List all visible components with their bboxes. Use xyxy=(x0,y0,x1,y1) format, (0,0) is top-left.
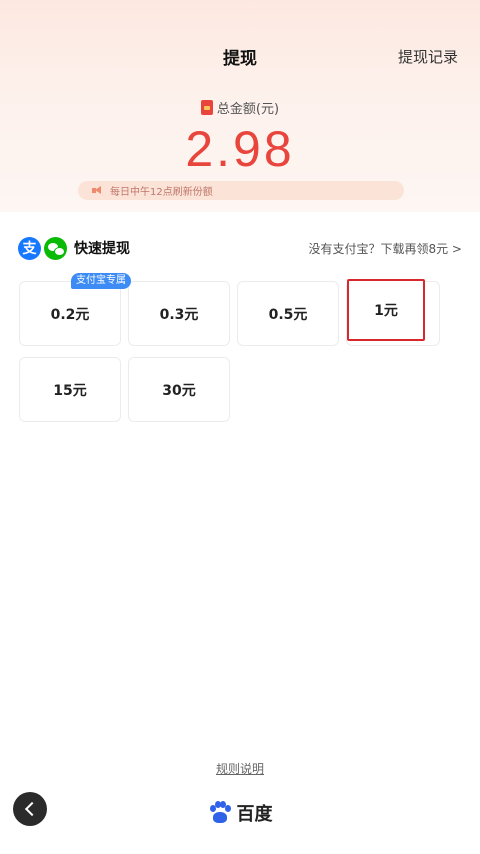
total-amount-label-row: 总金额(元) xyxy=(0,98,480,117)
baidu-brand-text: 百度 xyxy=(236,804,273,825)
amount-option-0-2[interactable]: 0.2元 xyxy=(19,281,121,346)
wechat-icon xyxy=(44,236,67,260)
alipay-exclusive-badge: 支付宝专属 xyxy=(71,273,131,289)
baidu-paw-icon xyxy=(208,801,232,825)
download-alipay-link[interactable]: 没有支付宝？下载再领8元 > xyxy=(308,240,462,257)
withdraw-records-link[interactable]: 提现记录 xyxy=(398,46,458,67)
amount-option-1[interactable]: 1元 xyxy=(347,279,425,341)
alipay-icon: 支 xyxy=(18,236,41,260)
baidu-brand: 百度 xyxy=(0,800,480,826)
amount-option-15[interactable]: 15元 xyxy=(19,357,121,422)
amount-option-0-3[interactable]: 0.3元 xyxy=(128,281,230,346)
balance-amount: 2.98 xyxy=(185,121,295,177)
speaker-icon xyxy=(92,186,104,195)
red-packet-icon xyxy=(200,100,213,115)
refresh-notice-bar: 每日中午12点刷新份额 xyxy=(78,181,404,200)
quick-withdraw-row: 支 快速提现 没有支付宝？下载再领8元 > xyxy=(18,236,462,260)
rules-link[interactable]: 规则说明 xyxy=(0,760,480,777)
amount-option-30[interactable]: 30元 xyxy=(128,357,230,422)
quick-withdraw-title: 快速提现 xyxy=(74,241,130,257)
refresh-notice-text: 每日中午12点刷新份额 xyxy=(110,187,213,198)
total-amount-label: 总金额(元) xyxy=(216,102,280,117)
amount-option-0-5[interactable]: 0.5元 xyxy=(237,281,339,346)
